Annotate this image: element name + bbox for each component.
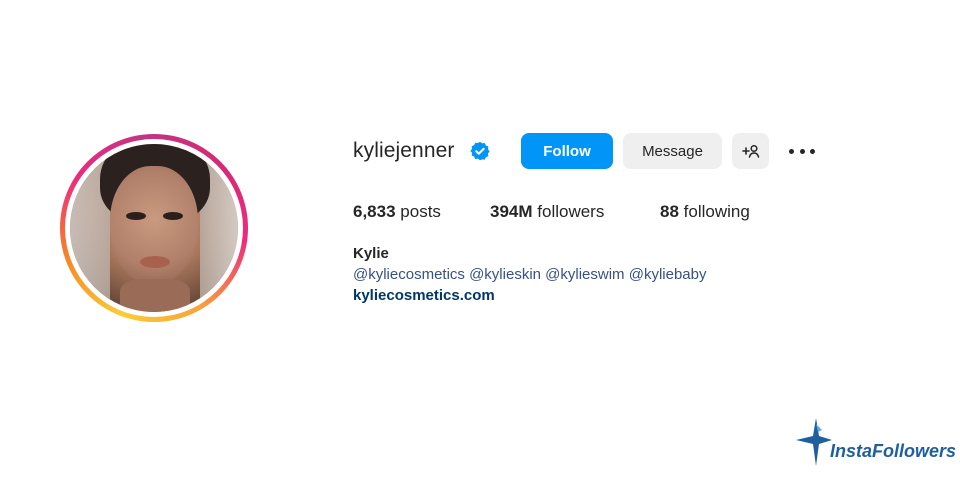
profile-bio[interactable]: @kyliecosmetics @kylieskin @kylieswim @k… bbox=[353, 266, 706, 283]
followers-count: 394M bbox=[490, 202, 533, 221]
suggest-users-button[interactable] bbox=[732, 133, 769, 169]
profile-avatar[interactable] bbox=[70, 144, 238, 312]
more-dot bbox=[810, 148, 815, 154]
following-label: following bbox=[683, 202, 750, 221]
watermark-text: InstaFollowers bbox=[830, 441, 957, 461]
profile-display-name: Kylie bbox=[353, 245, 389, 262]
followers-stat[interactable]: 394M followers bbox=[490, 202, 604, 222]
avatar-gap bbox=[65, 139, 243, 317]
followers-label: followers bbox=[537, 202, 605, 221]
avatar-eye-right bbox=[163, 212, 183, 220]
posts-stat: 6,833 posts bbox=[353, 202, 441, 222]
more-options-icon[interactable] bbox=[789, 146, 815, 156]
avatar-lips bbox=[140, 256, 170, 268]
following-stat[interactable]: 88 following bbox=[660, 202, 750, 222]
avatar-eye-left bbox=[126, 212, 146, 220]
follow-button[interactable]: Follow bbox=[521, 133, 613, 169]
more-dot bbox=[789, 148, 794, 154]
posts-label: posts bbox=[400, 202, 441, 221]
profile-website-link[interactable]: kyliecosmetics.com bbox=[353, 287, 495, 304]
add-user-icon bbox=[741, 144, 759, 158]
following-count: 88 bbox=[660, 202, 679, 221]
profile-avatar-ring[interactable] bbox=[60, 134, 248, 322]
posts-count: 6,833 bbox=[353, 202, 396, 221]
verified-badge-icon bbox=[470, 141, 490, 161]
profile-username: kyliejenner bbox=[353, 139, 455, 162]
more-dot bbox=[799, 148, 805, 154]
avatar-neck bbox=[120, 279, 190, 312]
message-button[interactable]: Message bbox=[623, 133, 722, 169]
